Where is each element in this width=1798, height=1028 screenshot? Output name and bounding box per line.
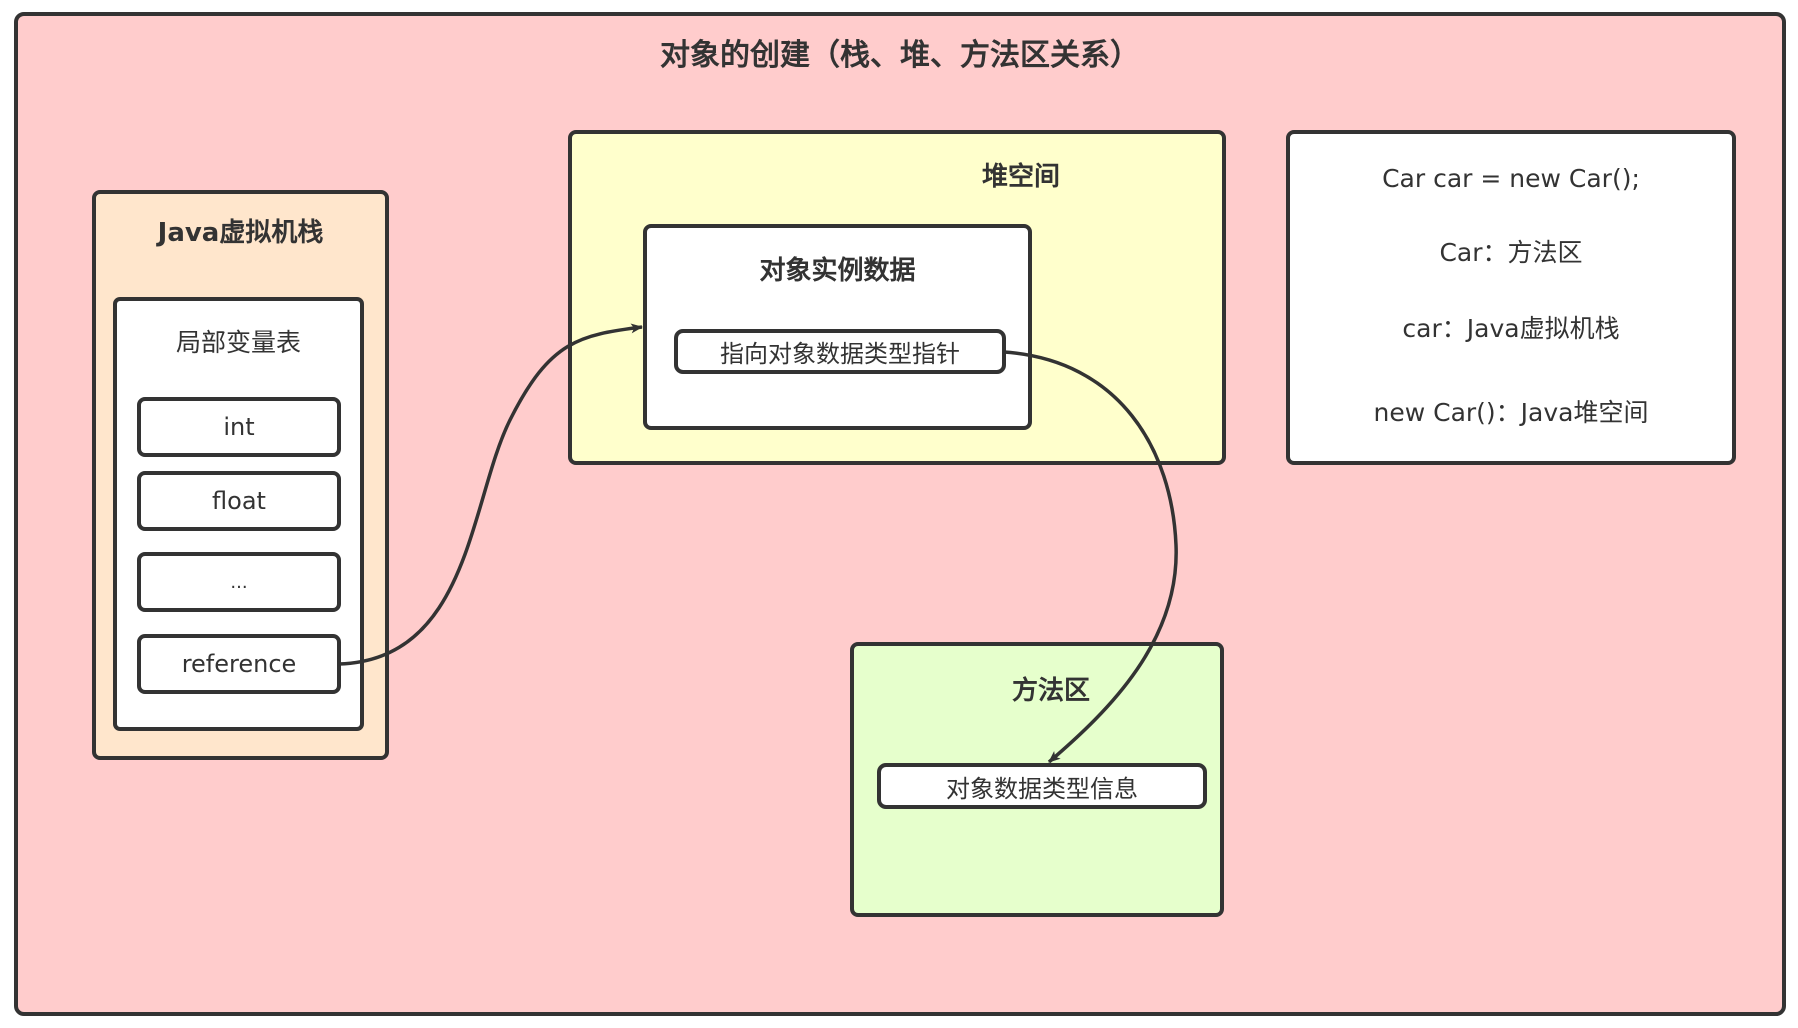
heap-space-title: 堆空间 (982, 162, 1061, 192)
type-pointer-label: 指向对象数据类型指针 (720, 340, 960, 368)
note-line: car：Java虚拟机栈 (1402, 314, 1620, 343)
object-instance-data[interactable]: 对象实例数据 (643, 224, 1032, 430)
slot-label: reference (181, 650, 297, 678)
method-area-title: 方法区 (1012, 676, 1091, 706)
slot-float[interactable]: float (137, 471, 341, 531)
note-line: new Car()：Java堆空间 (1373, 398, 1649, 427)
object-instance-data-title: 对象实例数据 (759, 256, 916, 286)
slot-ellipsis[interactable]: ... (137, 552, 341, 612)
slot-label: ... (230, 571, 248, 593)
slot-int[interactable]: int (137, 397, 341, 457)
note-line: Car：方法区 (1439, 238, 1583, 267)
slot-reference[interactable]: reference (137, 634, 341, 694)
type-pointer[interactable]: 指向对象数据类型指针 (674, 329, 1006, 374)
note-line: Car car = new Car(); (1382, 164, 1640, 193)
notes-box[interactable]: Car car = new Car(); Car：方法区 car：Java虚拟机… (1286, 130, 1736, 465)
object-type-info-label: 对象数据类型信息 (946, 774, 1138, 803)
slot-label: float (212, 487, 266, 515)
slot-label: int (223, 413, 255, 441)
diagram-title: 对象的创建（栈、堆、方法区关系） (660, 38, 1140, 73)
object-type-info[interactable]: 对象数据类型信息 (877, 763, 1207, 809)
java-vm-stack-title: Java虚拟机栈 (157, 218, 324, 248)
local-variable-table-title: 局部变量表 (175, 328, 301, 357)
